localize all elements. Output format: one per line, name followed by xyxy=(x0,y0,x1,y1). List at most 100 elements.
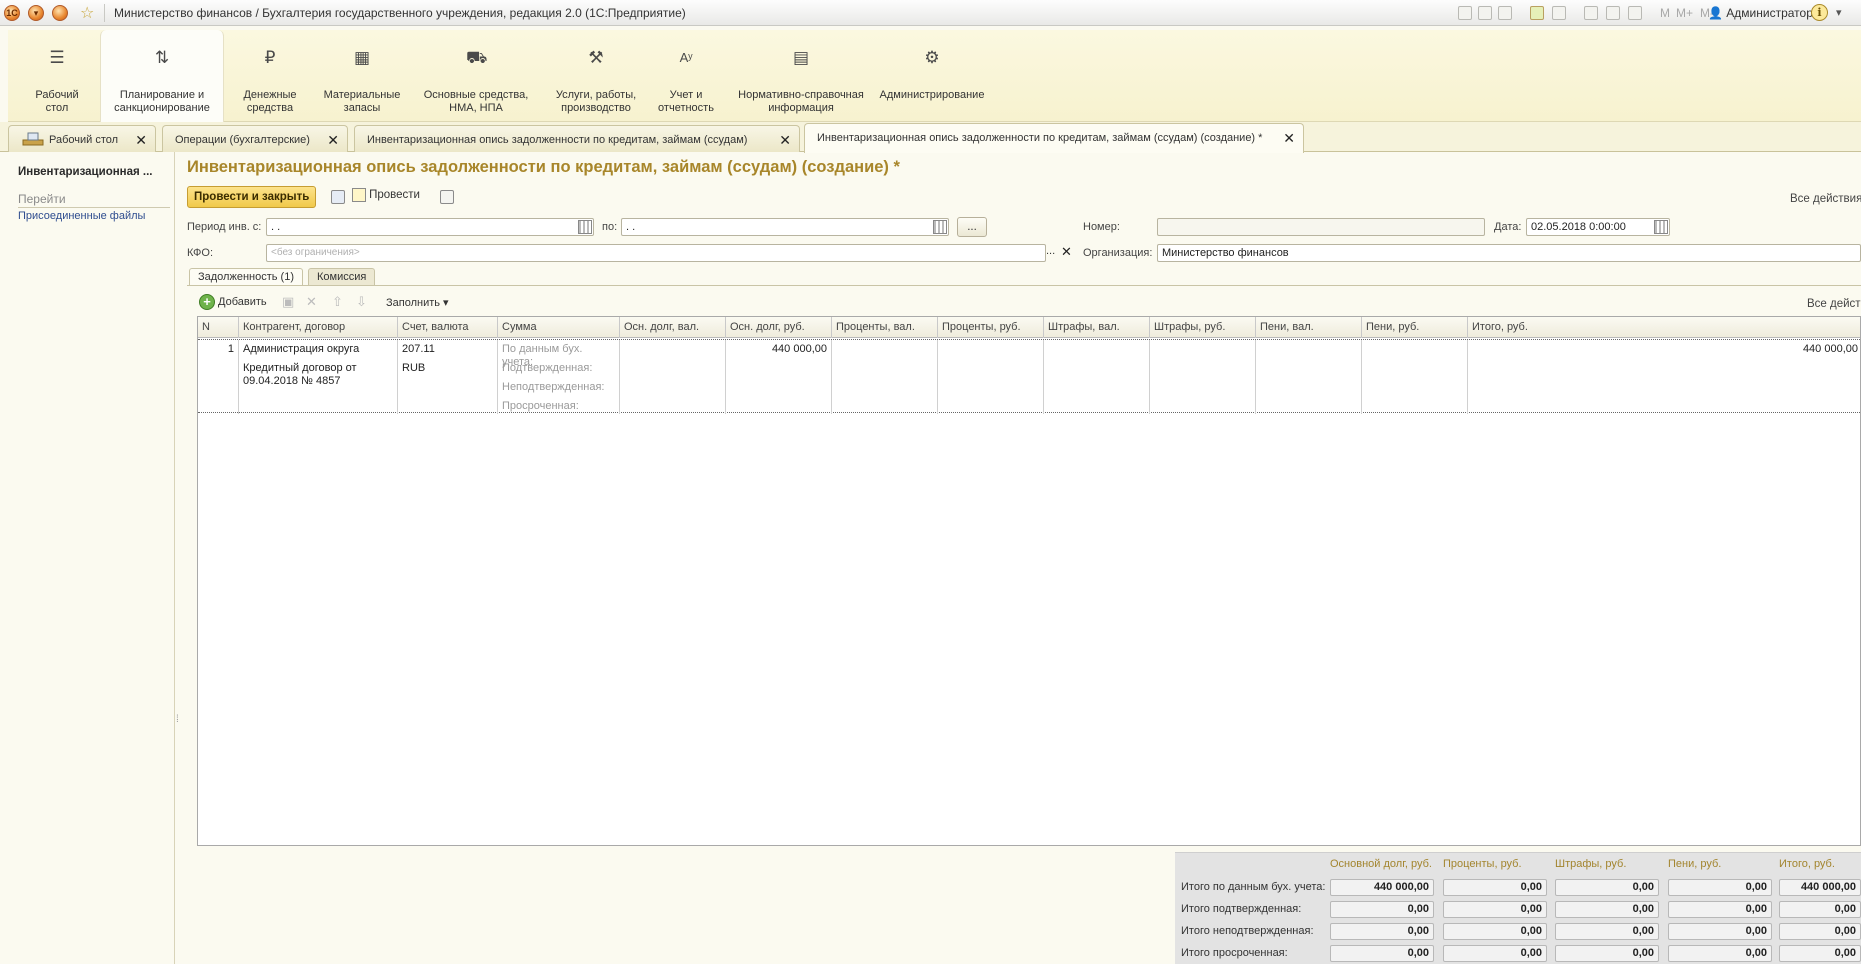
close-icon[interactable]: ✕ xyxy=(327,132,339,149)
tabs-divider xyxy=(187,285,1861,286)
section-accounting[interactable]: Aʸ Учет и отчетность xyxy=(640,30,732,122)
calendar-icon[interactable] xyxy=(1606,6,1620,20)
section-administration[interactable]: ⚙ Администрирование xyxy=(870,30,994,122)
column-header[interactable]: Счет, валюта xyxy=(398,317,498,338)
period-from-field[interactable]: . . xyxy=(266,218,594,236)
current-user[interactable]: 👤 Администратор xyxy=(1708,6,1813,20)
info-icon[interactable]: i xyxy=(1811,4,1828,21)
section-planning[interactable]: ⇅ Планирование и санкционирование xyxy=(100,30,224,122)
save-icon[interactable] xyxy=(1478,6,1492,20)
section-money[interactable]: ₽ Денежные средства xyxy=(222,30,318,122)
interest-rub-cell[interactable] xyxy=(938,340,1044,414)
nav-attached-files-link[interactable]: Присоединенные файлы xyxy=(18,210,145,222)
section-services[interactable]: ⚒ Услуги, работы, производство xyxy=(538,30,654,122)
table-all-actions-menu[interactable]: Все действия ▾ xyxy=(1807,296,1861,310)
favorites-star-icon[interactable]: ☆ xyxy=(80,3,94,23)
main-debt-cur-cell[interactable] xyxy=(620,340,726,414)
penalties-cur-cell[interactable] xyxy=(1256,340,1362,414)
move-down-icon[interactable]: ⇩ xyxy=(356,294,367,310)
window-menu-icon[interactable]: ▾ xyxy=(28,5,44,21)
tab-debt[interactable]: Задолженность (1) xyxy=(189,268,303,286)
close-icon[interactable]: ✕ xyxy=(779,132,791,149)
kfo-select-button[interactable]: ... xyxy=(1046,245,1055,257)
total-value: 0,00 xyxy=(1330,945,1434,962)
debt-table: N Контрагент, договор Счет, валюта Сумма… xyxy=(197,316,1861,846)
column-header[interactable]: Штрафы, вал. xyxy=(1044,317,1150,338)
tab-inventory-create[interactable]: Инвентаризационная опись задолженности п… xyxy=(804,123,1304,153)
sum-label: Неподтвержденная: xyxy=(502,381,605,393)
counterparty-cell[interactable]: Администрация округа Кредитный договор о… xyxy=(239,340,398,414)
favorites-icon[interactable] xyxy=(1530,6,1544,20)
period-to-field[interactable]: . . xyxy=(621,218,949,236)
total-value: 440 000,00 xyxy=(1330,879,1434,896)
calculator-icon[interactable] xyxy=(1584,6,1598,20)
copy-icon[interactable]: ▣ xyxy=(282,294,294,310)
tab-desktop[interactable]: Рабочий стол ✕ xyxy=(8,125,156,152)
calendar-icon[interactable] xyxy=(1654,220,1668,234)
calendar-icon[interactable] xyxy=(578,220,592,234)
memory-m-button[interactable]: M xyxy=(1660,6,1670,20)
total-value: 0,00 xyxy=(1779,923,1861,940)
post-button[interactable]: Провести xyxy=(352,188,420,208)
column-header[interactable]: Пени, вал. xyxy=(1256,317,1362,338)
save-icon[interactable] xyxy=(331,190,345,204)
fines-rub-cell[interactable] xyxy=(1150,340,1256,414)
organization-field[interactable]: Министерство финансов xyxy=(1157,244,1861,262)
post-and-close-button[interactable]: Провести и закрыть xyxy=(187,186,317,208)
column-header[interactable]: Осн. долг, вал. xyxy=(620,317,726,338)
app-logo-icon[interactable]: 1C xyxy=(4,5,20,21)
post-label: Провести xyxy=(369,189,420,201)
print-icon[interactable] xyxy=(440,190,454,204)
fines-cur-cell[interactable] xyxy=(1044,340,1150,414)
column-header[interactable]: Проценты, руб. xyxy=(938,317,1044,338)
tab-inventory-list[interactable]: Инвентаризационная опись задолженности п… xyxy=(354,125,800,152)
kfo-field[interactable]: <без ограничения> xyxy=(266,244,1046,262)
section-materials[interactable]: ▦ Материальные запасы xyxy=(312,30,412,122)
add-button[interactable]: Добавить xyxy=(218,296,267,308)
all-actions-menu[interactable]: Все действия ▾ xyxy=(1790,191,1861,205)
kfo-clear-icon[interactable]: ✕ xyxy=(1061,244,1072,260)
user-name: Администратор xyxy=(1726,6,1813,20)
preview-icon[interactable] xyxy=(1498,6,1512,20)
link-icon[interactable] xyxy=(1552,6,1566,20)
column-header[interactable]: Итого, руб. xyxy=(1468,317,1861,338)
print-icon[interactable] xyxy=(1458,6,1472,20)
section-fixed-assets[interactable]: ⛟ Основные средства, НМА, НПА xyxy=(408,30,544,122)
add-icon[interactable]: + xyxy=(199,294,215,310)
total-rub-cell[interactable]: 440 000,00 xyxy=(1468,340,1861,414)
close-icon[interactable]: ✕ xyxy=(135,132,147,149)
close-icon[interactable]: ✕ xyxy=(1283,130,1295,147)
number-field[interactable] xyxy=(1157,218,1485,236)
penalties-rub-cell[interactable] xyxy=(1362,340,1468,414)
notes-icon[interactable] xyxy=(1628,6,1642,20)
fill-menu-button[interactable]: Заполнить ▾ xyxy=(386,296,449,309)
account-cell[interactable]: 207.11 RUB xyxy=(398,340,498,414)
close-window-icon[interactable] xyxy=(52,5,68,21)
panel-resize-handle[interactable]: ⁞ xyxy=(176,715,179,725)
column-header[interactable]: Проценты, вал. xyxy=(832,317,938,338)
tab-commission[interactable]: Комиссия xyxy=(308,268,376,286)
delete-icon[interactable]: ✕ xyxy=(306,294,317,310)
section-reference-info[interactable]: ▤ Нормативно-справочная информация xyxy=(726,30,876,122)
column-header[interactable]: Сумма xyxy=(498,317,620,338)
calendar-icon[interactable] xyxy=(933,220,947,234)
section-desktop[interactable]: ☰ Рабочий стол xyxy=(12,30,102,122)
column-header[interactable]: N xyxy=(198,317,239,338)
interest-cur-cell[interactable] xyxy=(832,340,938,414)
nav-form-title[interactable]: Инвентаризационная ... xyxy=(18,166,153,178)
totals-header: Штрафы, руб. xyxy=(1555,858,1627,870)
column-header[interactable]: Осн. долг, руб. xyxy=(726,317,832,338)
main-menu-chevron-icon[interactable]: ▾ xyxy=(1836,6,1842,19)
period-select-button[interactable]: ... xyxy=(957,217,987,237)
tab-operations[interactable]: Операции (бухгалтерские) ✕ xyxy=(162,125,348,152)
move-up-icon[interactable]: ⇧ xyxy=(332,294,343,310)
table-row[interactable]: 1 Администрация округа Кредитный договор… xyxy=(198,339,1861,414)
column-header[interactable]: Пени, руб. xyxy=(1362,317,1468,338)
title-bar: 1C ▾ ☆ Министерство финансов / Бухгалтер… xyxy=(0,0,1861,26)
date-field[interactable]: 02.05.2018 0:00:00 xyxy=(1526,218,1670,236)
memory-plus-button[interactable]: M+ xyxy=(1676,6,1693,20)
main-debt-rub-cell[interactable]: 440 000,00 xyxy=(726,340,832,414)
column-header[interactable]: Штрафы, руб. xyxy=(1150,317,1256,338)
total-value: 0,00 xyxy=(1779,901,1861,918)
column-header[interactable]: Контрагент, договор xyxy=(239,317,398,338)
